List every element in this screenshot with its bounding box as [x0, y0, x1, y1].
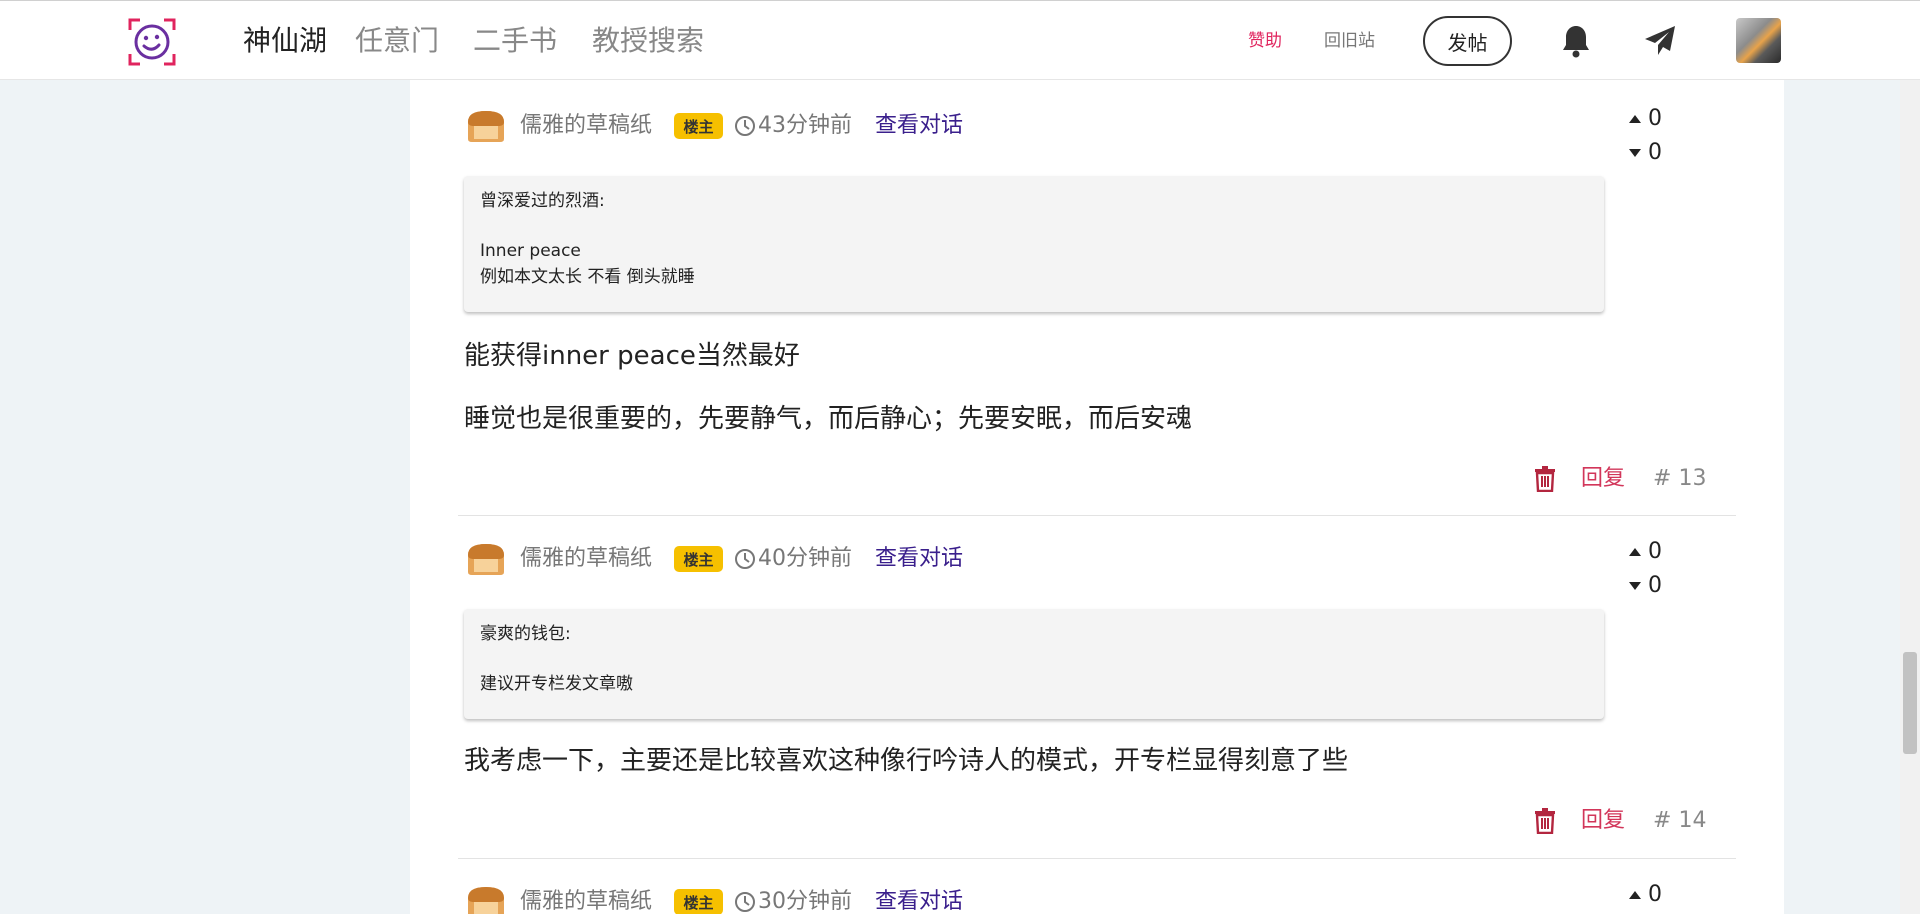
- comment-body-line: 我考虑一下，主要还是比较喜欢这种像行吟诗人的模式，开专栏显得刻意了些: [464, 746, 1349, 776]
- caret-down-icon: [1629, 582, 1641, 590]
- quote-line: 例如本文太长 不看 倒头就睡: [480, 267, 695, 287]
- quote-author: 豪爽的钱包:: [480, 624, 571, 644]
- upvote-button[interactable]: 0: [1628, 880, 1662, 910]
- quote-author: 曾深爱过的烈酒:: [480, 191, 605, 211]
- bread-avatar-icon[interactable]: [464, 108, 508, 144]
- comment-divider: [458, 515, 1736, 516]
- upvote-count: 0: [1648, 106, 1662, 131]
- smiley-logo-icon[interactable]: [128, 18, 176, 66]
- downvote-count: 0: [1648, 140, 1662, 165]
- comment-body-line: 能获得inner peace当然最好: [464, 341, 800, 371]
- quoted-comment: 豪爽的钱包: 建议开专栏发文章嗷: [464, 609, 1604, 719]
- bread-avatar-icon[interactable]: [464, 884, 508, 914]
- caret-up-icon: [1629, 891, 1641, 899]
- nav-item-shenxianhu[interactable]: 神仙湖: [243, 21, 327, 61]
- op-badge: 楼主: [674, 546, 723, 572]
- downvote-count: 0: [1648, 573, 1662, 598]
- quote-line: Inner peace: [480, 241, 581, 261]
- comment-item: 儒雅的草稿纸 楼主 30分钟前 查看对话 0: [458, 876, 1736, 914]
- view-conversation-link[interactable]: 查看对话: [875, 543, 963, 575]
- caret-up-icon: [1629, 115, 1641, 123]
- caret-down-icon: [1629, 149, 1641, 157]
- sponsor-link[interactable]: 赞助: [1248, 29, 1282, 53]
- bread-avatar-icon[interactable]: [464, 541, 508, 577]
- comment-time: 30分钟前: [734, 886, 852, 914]
- reply-button[interactable]: 回复: [1581, 806, 1625, 836]
- clock-icon: [735, 549, 755, 569]
- downvote-button[interactable]: 0: [1628, 571, 1662, 601]
- trash-icon[interactable]: [1531, 465, 1559, 493]
- quoted-comment: 曾深爱过的烈酒: Inner peace 例如本文太长 不看 倒头就睡: [464, 176, 1604, 312]
- comment-item: 儒雅的草稿纸 楼主 43分钟前 查看对话 0 0 曾深爱过的烈酒: Inner …: [458, 100, 1736, 492]
- caret-up-icon: [1629, 548, 1641, 556]
- view-conversation-link[interactable]: 查看对话: [875, 110, 963, 142]
- comment-actions: 回复 # 13: [1531, 464, 1706, 494]
- op-badge: 楼主: [674, 889, 723, 914]
- comment-item: 儒雅的草稿纸 楼主 40分钟前 查看对话 0 0 豪爽的钱包: 建议开专栏发文章…: [458, 533, 1736, 836]
- nav-item-renyimen[interactable]: 任意门: [355, 21, 439, 61]
- upvote-button[interactable]: 0: [1628, 537, 1662, 567]
- floor-number: # 14: [1653, 808, 1707, 833]
- comment-time: 43分钟前: [734, 110, 852, 142]
- paper-plane-icon[interactable]: [1642, 21, 1678, 61]
- upvote-count: 0: [1648, 882, 1662, 907]
- downvote-button[interactable]: 0: [1628, 138, 1662, 168]
- comment-actions: 回复 # 14: [1531, 806, 1706, 836]
- floor-number: # 13: [1653, 466, 1707, 491]
- reply-button[interactable]: 回复: [1581, 464, 1625, 494]
- op-badge: 楼主: [674, 113, 723, 139]
- comment-body-line: 睡觉也是很重要的，先要静气，而后静心；先要安眠，而后安魂: [464, 404, 1193, 434]
- user-avatar[interactable]: [1736, 18, 1781, 63]
- author-name[interactable]: 儒雅的草稿纸: [520, 543, 652, 575]
- scrollbar-thumb[interactable]: [1903, 652, 1917, 754]
- nav-item-professor-search[interactable]: 教授搜索: [592, 21, 704, 61]
- comment-time: 40分钟前: [734, 543, 852, 575]
- trash-icon[interactable]: [1531, 807, 1559, 835]
- old-site-link[interactable]: 回旧站: [1324, 29, 1375, 53]
- top-nav-bar: 神仙湖 任意门 二手书 教授搜索 赞助 回旧站 发帖: [0, 0, 1920, 80]
- new-post-button[interactable]: 发帖: [1423, 16, 1512, 66]
- comment-divider: [458, 858, 1736, 859]
- scrollbar-track[interactable]: [1900, 0, 1920, 914]
- view-conversation-link[interactable]: 查看对话: [875, 886, 963, 914]
- clock-icon: [735, 116, 755, 136]
- upvote-count: 0: [1648, 539, 1662, 564]
- bell-icon[interactable]: [1558, 21, 1594, 61]
- nav-item-ershoushu[interactable]: 二手书: [473, 21, 557, 61]
- author-name[interactable]: 儒雅的草稿纸: [520, 110, 652, 142]
- clock-icon: [735, 892, 755, 912]
- time-label: 30分钟前: [758, 889, 852, 914]
- time-label: 40分钟前: [758, 546, 852, 571]
- quote-line: 建议开专栏发文章嗷: [480, 674, 633, 694]
- upvote-button[interactable]: 0: [1628, 104, 1662, 134]
- author-name[interactable]: 儒雅的草稿纸: [520, 886, 652, 914]
- time-label: 43分钟前: [758, 113, 852, 138]
